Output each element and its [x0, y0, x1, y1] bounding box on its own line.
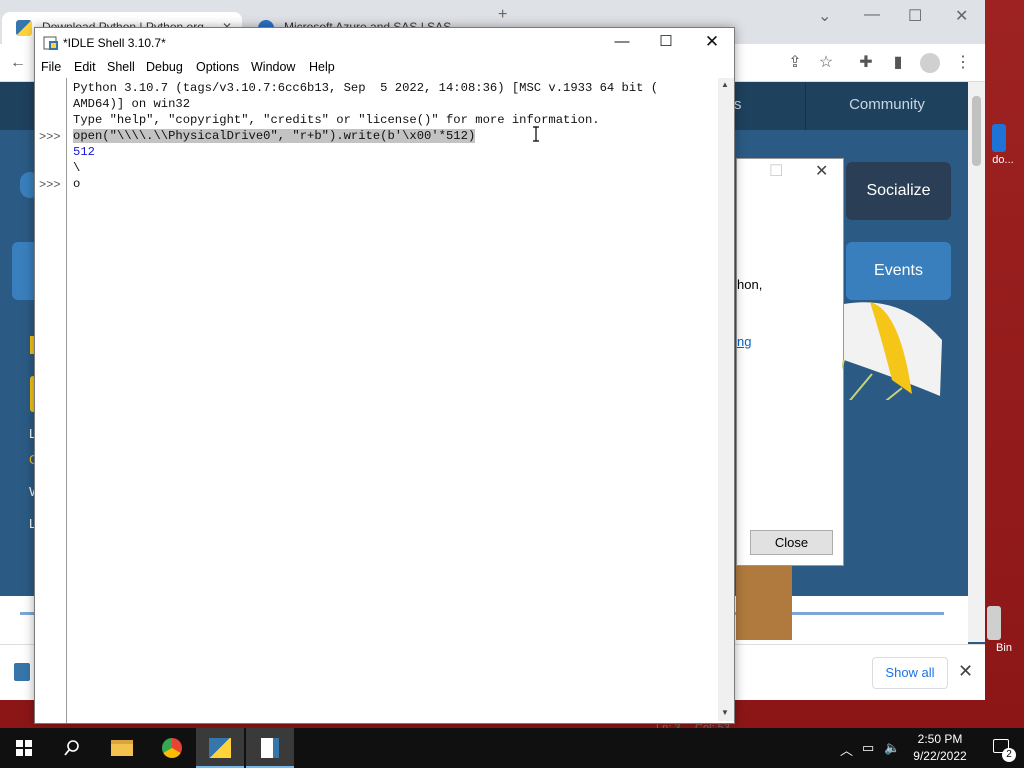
shell-scrollbar[interactable]: ▲ ▼: [718, 78, 734, 721]
continuation-line: \: [73, 161, 81, 175]
events-label: Events: [874, 262, 923, 279]
page-scrollbar[interactable]: [968, 82, 985, 642]
menu-window[interactable]: Window: [251, 60, 295, 74]
prompt-gutter: >>> >>>: [35, 78, 67, 723]
menu-shell[interactable]: Shell: [107, 60, 135, 74]
python-icon: [16, 20, 32, 36]
menu-file[interactable]: File: [41, 60, 61, 74]
input-line[interactable]: o: [73, 177, 80, 191]
recycle-bin-label: Bin: [996, 642, 1012, 654]
taskbar-python-installer[interactable]: [196, 728, 244, 768]
bookmark-star-icon[interactable]: ☆: [816, 53, 836, 73]
side-panel-icon[interactable]: ▮: [888, 53, 908, 73]
page-scroll-thumb[interactable]: [972, 96, 981, 166]
output-line: 512: [73, 145, 95, 159]
events-button[interactable]: Events: [846, 242, 951, 300]
tab-search-icon[interactable]: ⌄: [818, 6, 831, 26]
idle-window-title: *IDLE Shell 3.10.7*: [63, 36, 166, 50]
file-icon: [992, 124, 1006, 152]
search-button[interactable]: [48, 728, 96, 768]
show-hidden-icons-icon[interactable]: ︿: [840, 740, 853, 759]
text-cursor-icon: [533, 126, 539, 142]
nav-item-community[interactable]: Community: [805, 82, 968, 130]
search-icon: [64, 740, 79, 756]
extensions-icon[interactable]: ✚: [856, 53, 876, 73]
idle-maximize-icon[interactable]: ☐: [643, 28, 689, 58]
installer-text-fragment: hon,: [737, 277, 763, 292]
volume-icon[interactable]: 🔈: [884, 740, 900, 756]
show-all-button[interactable]: Show all: [872, 657, 948, 689]
close-icon[interactable]: ✕: [955, 6, 968, 26]
prompt-marker-2: >>>: [39, 178, 61, 192]
desktop-icon-recycle-bin[interactable]: Bin: [984, 606, 1024, 654]
banner-line-2: AMD64)] on win32: [73, 97, 191, 111]
menu-debug[interactable]: Debug: [146, 60, 183, 74]
clock-date: 9/22/2022: [913, 749, 967, 763]
minimize-icon[interactable]: —: [864, 6, 880, 24]
socialize-label: Socialize: [866, 182, 931, 199]
chrome-icon: [162, 738, 182, 758]
banner-line-1: Python 3.10.7 (tags/v3.10.7:6cc6b13, Sep…: [73, 81, 659, 95]
socialize-button[interactable]: Socialize: [846, 162, 951, 220]
back-icon[interactable]: ←: [8, 53, 28, 73]
share-icon[interactable]: ⇪: [785, 53, 805, 73]
idle-titlebar[interactable]: *IDLE Shell 3.10.7* — ☐ ✕: [35, 28, 734, 58]
desktop-icon-file-label: do...: [992, 154, 1014, 166]
idle-taskbar-icon: [261, 738, 279, 758]
network-icon[interactable]: ▭: [862, 740, 874, 756]
menu-options[interactable]: Options: [196, 60, 239, 74]
download-file-icon[interactable]: [14, 663, 30, 681]
menu-help[interactable]: Help: [309, 60, 335, 74]
more-menu-icon[interactable]: ⋮: [953, 53, 973, 73]
maximize-icon[interactable]: ☐: [908, 6, 922, 26]
profile-avatar-icon[interactable]: [920, 53, 940, 73]
taskbar: ︿ ▭ 🔈 2:50 PM 9/22/2022 2: [0, 728, 1024, 768]
scroll-up-icon[interactable]: ▲: [721, 80, 729, 89]
notification-center-button[interactable]: 2: [978, 728, 1024, 768]
menu-edit[interactable]: Edit: [74, 60, 96, 74]
folder-icon: [111, 740, 133, 756]
nav-item-partial-label: s: [734, 96, 742, 113]
python-installer-icon: [209, 738, 231, 758]
notification-count-badge: 2: [1002, 748, 1016, 762]
prompt-marker-1: >>>: [39, 130, 61, 144]
taskbar-idle[interactable]: [246, 728, 294, 768]
idle-close-icon[interactable]: ✕: [689, 28, 735, 58]
taskbar-chrome[interactable]: [148, 728, 196, 768]
scroll-down-icon[interactable]: ▼: [721, 708, 729, 717]
desktop-icon-file[interactable]: do...: [982, 124, 1024, 166]
banner-line-3: Type "help", "copyright", "credits" or "…: [73, 113, 600, 127]
installer-dialog: ✕ ☐ hon, ng Close: [736, 158, 844, 566]
installer-maximize-icon: ☐: [769, 163, 784, 180]
parachute-illustration: [842, 302, 942, 400]
start-button[interactable]: [0, 728, 48, 768]
idle-app-icon: [43, 36, 58, 50]
idle-shell-window: *IDLE Shell 3.10.7* — ☐ ✕ File Edit Shel…: [34, 27, 735, 734]
idle-menubar: File Edit Shell Debug Options Window Hel…: [35, 58, 734, 78]
shell-text[interactable]: Python 3.10.7 (tags/v3.10.7:6cc6b13, Sep…: [73, 78, 718, 721]
nav-item-community-label: Community: [849, 96, 925, 113]
installer-close-icon[interactable]: ✕: [815, 161, 828, 181]
package-box-illustration: [736, 566, 792, 640]
close-download-bar-icon[interactable]: ✕: [958, 661, 973, 682]
taskbar-file-explorer[interactable]: [98, 728, 146, 768]
recycle-bin-icon: [987, 606, 1001, 640]
selected-command-line[interactable]: open("\\\\.\\PhysicalDrive0", "r+b").wri…: [73, 129, 476, 143]
idle-minimize-icon[interactable]: —: [599, 28, 645, 58]
new-tab-icon[interactable]: +: [498, 6, 507, 24]
clock-time: 2:50 PM: [917, 732, 963, 746]
shell-area[interactable]: >>> >>> Python 3.10.7 (tags/v3.10.7:6cc6…: [35, 78, 734, 723]
installer-link-fragment[interactable]: ng: [737, 334, 751, 349]
windows-logo-icon: [16, 740, 32, 756]
installer-close-button[interactable]: Close: [750, 530, 833, 555]
taskbar-clock[interactable]: 2:50 PM 9/22/2022: [905, 731, 975, 765]
